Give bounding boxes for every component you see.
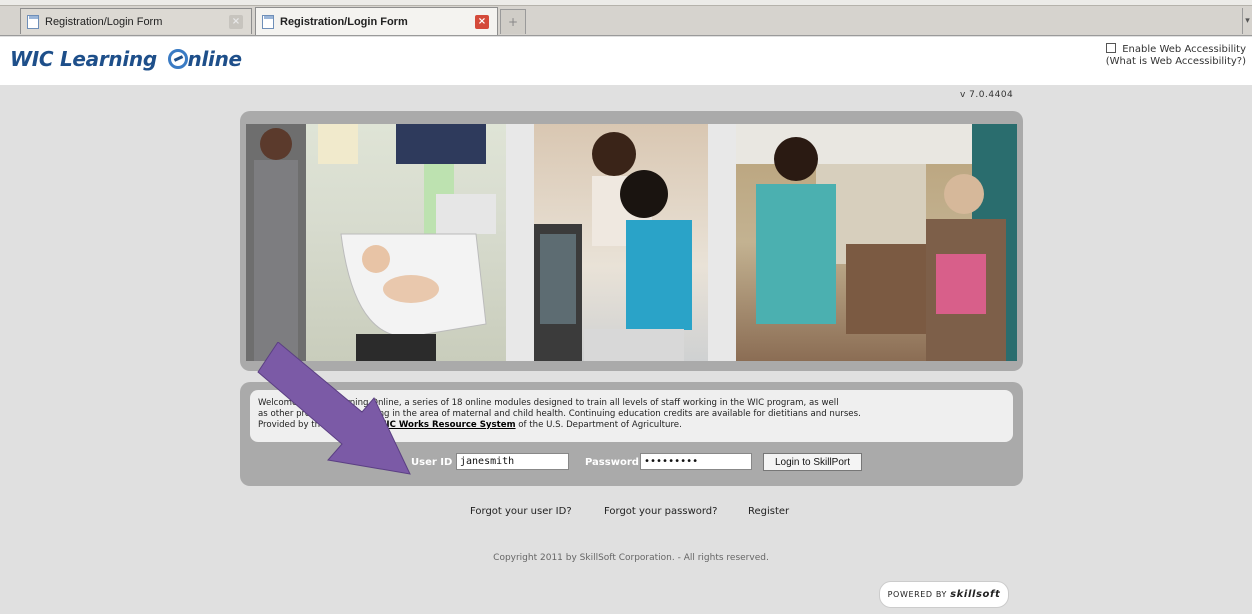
tab-2-label: Registration/Login Form	[280, 15, 408, 28]
powered-by-skillsoft-badge[interactable]: POWERED BY skillsoft	[879, 581, 1009, 608]
logo-swirl-icon	[167, 49, 188, 69]
password-label: Password	[585, 457, 639, 468]
what-is-accessibility-link[interactable]: (What is Web Accessibility?)	[1106, 56, 1246, 68]
photo-computer-training	[534, 124, 708, 361]
accessibility-option: Enable Web Accessibility (What is Web Ac…	[1106, 43, 1246, 68]
accessibility-checkbox[interactable]	[1106, 43, 1117, 53]
photo-divider	[708, 124, 736, 361]
photo-infant-scale	[246, 124, 506, 361]
new-tab-button[interactable]: +	[500, 9, 526, 34]
logo-text: WIC Learning	[10, 47, 164, 71]
photo-banner	[240, 111, 1023, 371]
browser-tab-2[interactable]: Registration/Login Form ×	[255, 7, 498, 35]
register-link[interactable]: Register	[748, 506, 789, 517]
user-id-input[interactable]	[456, 453, 569, 470]
tab-list-chevron-icon[interactable]: ▾	[1242, 8, 1252, 34]
forgot-user-id-link[interactable]: Forgot your user ID?	[470, 506, 572, 517]
close-tab-1-icon[interactable]: ×	[229, 14, 243, 29]
photo-computer-training-image	[534, 132, 692, 361]
skillsoft-logo-text: skillsoft	[950, 589, 1001, 600]
forgot-password-link[interactable]: Forgot your password?	[604, 506, 717, 517]
copyright-notice: Copyright 2011 by SkillSoft Corporation.…	[493, 553, 769, 563]
accessibility-label: Enable Web Accessibility	[1122, 44, 1246, 55]
browser-tab-1[interactable]: Registration/Login Form ×	[20, 8, 252, 34]
site-header: WIC Learning nline Enable Web Accessibil…	[0, 37, 1252, 85]
tab-1-label: Registration/Login Form	[45, 15, 163, 28]
purple-arrow-icon	[257, 342, 411, 475]
logo-text-end: nline	[187, 47, 243, 71]
photo-clinic-consultation	[736, 124, 1017, 361]
version-label: v 7.0.4404	[960, 90, 1014, 100]
login-to-skillport-button[interactable]: Login to SkillPort	[763, 453, 862, 471]
photo-clinic-consultation-image	[736, 124, 1017, 361]
photo-divider	[506, 124, 534, 361]
tab-bar-top-edge	[0, 0, 1252, 6]
browser-tab-bar: Registration/Login Form × Registration/L…	[0, 0, 1252, 36]
close-tab-2-icon[interactable]: ×	[475, 14, 489, 29]
photo-infant-scale-image	[246, 124, 496, 361]
welcome-line-3-suffix: of the U.S. Department of Agriculture.	[515, 420, 682, 430]
powered-by-label: POWERED BY	[887, 590, 951, 599]
document-icon	[262, 14, 274, 29]
document-icon	[27, 14, 39, 29]
password-input[interactable]	[640, 453, 752, 470]
wic-learning-online-logo[interactable]: WIC Learning nline	[10, 47, 242, 71]
